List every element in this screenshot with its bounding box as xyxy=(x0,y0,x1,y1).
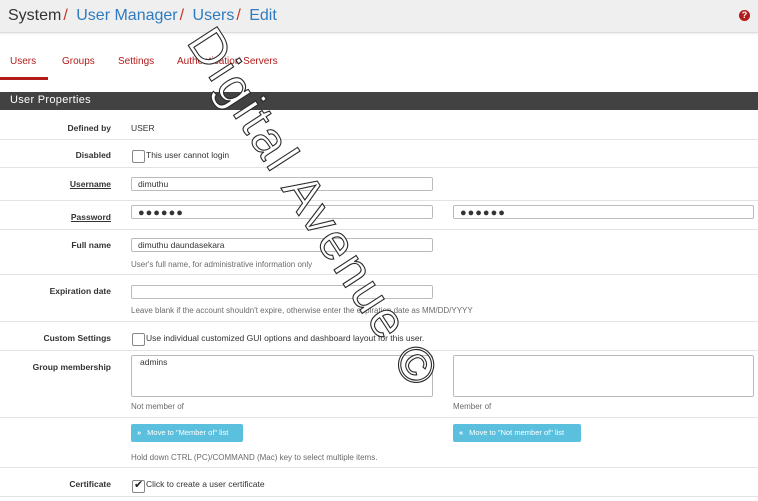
tab-settings-label: Settings xyxy=(118,56,155,67)
move-to-member-button[interactable]: » Move to "Member of" list xyxy=(131,424,243,442)
tab-settings[interactable]: Settings xyxy=(118,49,154,77)
tab-groups-label: Groups xyxy=(62,56,95,67)
row-disabled: Disabled This user cannot login xyxy=(0,140,758,168)
breadcrumb-edit[interactable]: Edit xyxy=(249,7,277,24)
custom-settings-label: Custom Settings xyxy=(43,333,111,343)
password-label: Password xyxy=(70,212,111,222)
expiration-date-input[interactable] xyxy=(131,285,433,299)
row-group-membership: Group membership admins Not member of Me… xyxy=(0,351,758,418)
breadcrumb-users[interactable]: Users xyxy=(193,7,235,24)
not-member-of-caption: Not member of xyxy=(131,402,184,411)
tab-users-label: Users xyxy=(10,56,37,67)
certificate-label: Certificate xyxy=(69,479,111,489)
member-of-list[interactable] xyxy=(453,355,754,397)
defined-by-label: Defined by xyxy=(67,123,111,133)
custom-settings-checkbox-label: Use individual customized GUI options an… xyxy=(146,333,425,343)
help-icon[interactable]: ? xyxy=(739,10,750,21)
tab-authentication-servers[interactable]: Authentication Servers xyxy=(177,49,278,77)
tab-users[interactable]: Users xyxy=(0,49,48,80)
certificate-checkbox-label: Click to create a user certificate xyxy=(146,479,265,489)
password-input[interactable]: ●●●●●● xyxy=(131,205,433,219)
move-to-not-member-button-label: Move to "Not member of" list xyxy=(469,428,565,437)
tab-groups[interactable]: Groups xyxy=(62,49,95,77)
custom-settings-checkbox[interactable] xyxy=(132,333,145,346)
group-option-admins[interactable]: admins xyxy=(140,357,167,367)
tab-authentication-servers-label: Authentication Servers xyxy=(177,56,278,67)
breadcrumb-separator: / xyxy=(63,7,68,24)
group-membership-label: Group membership xyxy=(32,362,111,372)
breadcrumb: System / User Manager / Users / Edit xyxy=(8,7,277,25)
page-header: System / User Manager / Users / Edit ? xyxy=(0,0,758,33)
username-input[interactable]: dimuthu xyxy=(131,177,433,191)
defined-by-value: USER xyxy=(131,123,155,133)
expiration-date-help: Leave blank if the account shouldn't exp… xyxy=(131,306,473,315)
disabled-label: Disabled xyxy=(75,150,111,160)
row-certificate: Certificate Click to create a user certi… xyxy=(0,468,758,497)
member-of-caption: Member of xyxy=(453,402,492,411)
expiration-date-label: Expiration date xyxy=(49,286,111,296)
row-expiration-date: Expiration date Leave blank if the accou… xyxy=(0,275,758,322)
double-chevron-right-icon: » xyxy=(137,428,142,437)
row-custom-settings: Custom Settings Use individual customize… xyxy=(0,322,758,351)
panel-title: User Properties xyxy=(10,94,91,106)
move-to-member-button-label: Move to "Member of" list xyxy=(147,428,229,437)
row-defined-by: Defined by USER xyxy=(0,111,758,140)
row-full-name: Full name dimuthu daundasekara User's fu… xyxy=(0,230,758,275)
full-name-input[interactable]: dimuthu daundasekara xyxy=(131,238,433,252)
row-password: Password ●●●●●● ●●●●●● xyxy=(0,201,758,230)
breadcrumb-user-manager[interactable]: User Manager xyxy=(76,7,177,24)
move-to-not-member-button[interactable]: « Move to "Not member of" list xyxy=(453,424,581,442)
disabled-checkbox[interactable] xyxy=(132,150,145,163)
row-username: Username dimuthu xyxy=(0,168,758,201)
panel-header: User Properties xyxy=(0,92,758,110)
full-name-label: Full name xyxy=(71,240,111,250)
double-chevron-left-icon: « xyxy=(459,428,464,437)
move-buttons-hint: Hold down CTRL (PC)/COMMAND (Mac) key to… xyxy=(131,453,378,462)
disabled-checkbox-label: This user cannot login xyxy=(146,150,230,160)
certificate-checkbox[interactable] xyxy=(132,478,145,493)
not-member-of-list[interactable]: admins xyxy=(131,355,433,397)
breadcrumb-separator: / xyxy=(179,7,185,24)
breadcrumb-separator: / xyxy=(236,7,241,24)
username-label: Username xyxy=(69,179,111,189)
full-name-help: User's full name, for administrative inf… xyxy=(131,260,313,269)
row-move-buttons: » Move to "Member of" list « Move to "Not … xyxy=(0,418,758,468)
breadcrumb-system: System xyxy=(8,7,62,24)
password-confirm-input[interactable]: ●●●●●● xyxy=(453,205,754,219)
